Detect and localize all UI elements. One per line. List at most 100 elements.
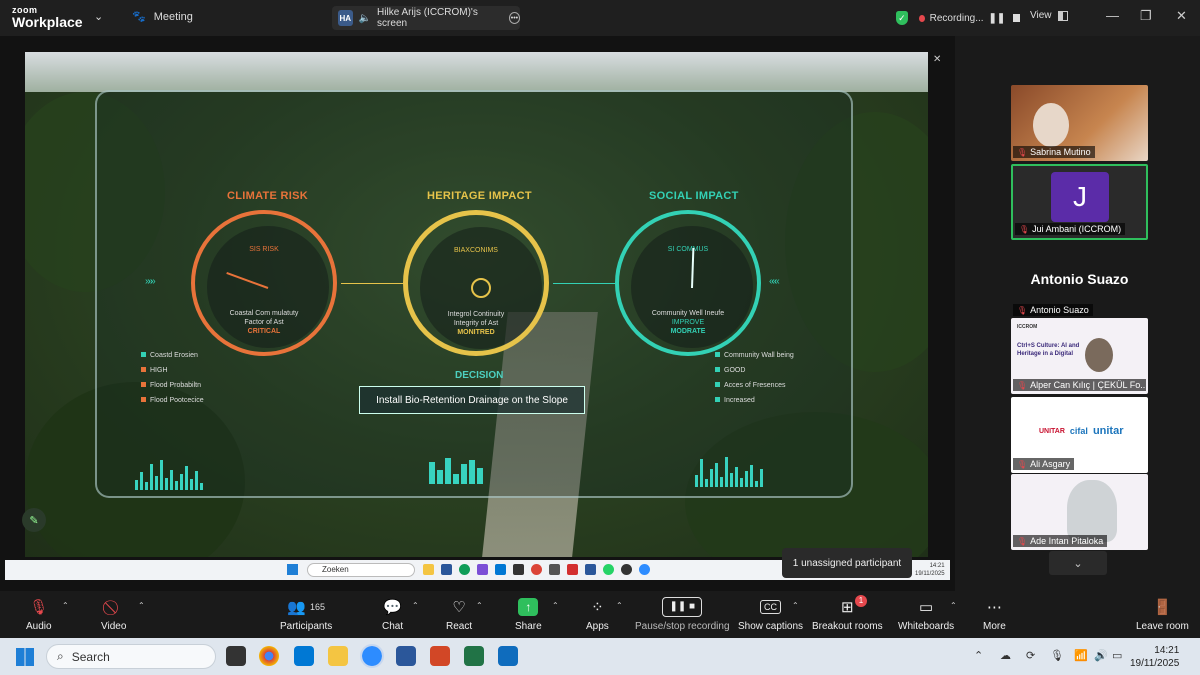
powerpoint-icon[interactable]	[430, 646, 450, 666]
video-tile[interactable]: UNITAR cifal unitar 🎙 Ali Asgary	[1011, 397, 1148, 473]
recording-dot-icon	[918, 14, 925, 22]
grid-view-icon	[1057, 10, 1068, 21]
whiteboards-button[interactable]: ▭ Whiteboards	[898, 597, 954, 632]
media-icon	[621, 564, 632, 575]
share-button[interactable]: ↑ Share	[515, 597, 542, 632]
close-icon[interactable]: ✕	[933, 54, 941, 65]
word-icon[interactable]	[396, 646, 416, 666]
participant-face	[1033, 103, 1069, 147]
onedrive-icon[interactable]: ☁	[1000, 649, 1011, 662]
participant-name-tag: 🎙 Antonio Suazo	[1013, 304, 1093, 316]
stop-icon[interactable]	[1013, 14, 1020, 22]
speaker-icon: 🔈	[358, 12, 372, 24]
react-options-caret-icon[interactable]: ⌃	[476, 601, 483, 610]
metric-item: Community Wall being	[715, 348, 794, 363]
participant-name-tag: 🎙 Alper Can Kılıç | ÇEKÜL Fo...	[1013, 379, 1146, 391]
apps-options-caret-icon[interactable]: ⌃	[616, 601, 623, 610]
gauge-line1: Coastal Com mulatuty	[229, 310, 299, 317]
connector-line	[553, 283, 615, 284]
video-button[interactable]: ⃠ Video	[101, 597, 126, 632]
outlook-new-icon[interactable]	[498, 646, 518, 666]
annotate-pen-icon[interactable]: ✎	[22, 508, 46, 532]
share-options-caret-icon[interactable]: ⌃	[552, 601, 559, 610]
video-tile[interactable]: ICCROM Ctrl+S Culture: AI and Heritage i…	[1011, 318, 1148, 394]
battery-icon[interactable]: ▭	[1112, 649, 1122, 662]
taskbar-search-box[interactable]: ⌕ Search	[46, 644, 216, 669]
zoom-icon	[639, 564, 650, 575]
shared-slide: CLIMATE RISK SIS RISK Coastal Com mulatu…	[25, 52, 928, 557]
video-tile[interactable]: 🎙 Sabrina Mutino	[1011, 85, 1148, 161]
video-tile-active-speaker[interactable]: J 🎙 Jui Ambani (ICCROM)	[1011, 164, 1148, 240]
close-icon[interactable]: ✕	[1176, 8, 1187, 24]
chevrons-left: »»»	[145, 276, 156, 287]
pause-stop-recording-button[interactable]: ❚❚ ■ Pause/stop recording	[635, 597, 730, 632]
mic-off-icon: 🎙	[1017, 536, 1028, 546]
participant-name-tag: 🎙 Ali Asgary	[1013, 458, 1075, 470]
avatar: J	[1051, 172, 1109, 222]
audio-options-caret-icon[interactable]: ⌃	[62, 601, 69, 610]
meeting-controls-toolbar: 🎙 Audio ⌃ ⃠ Video ⌃ 👥165 Participants 💬 …	[0, 591, 1200, 638]
logo-unitar-red: UNITAR	[1039, 427, 1065, 435]
paw-icon: 🐾	[132, 11, 146, 23]
share-label: Hilke Arijs (ICCROM)'s screen	[377, 7, 478, 29]
chrome-icon[interactable]	[259, 646, 279, 666]
system-clock[interactable]: 14:21 19/11/2025	[1130, 644, 1179, 670]
scroll-down-chevron-icon[interactable]: ⌄	[1049, 551, 1107, 575]
chat-options-caret-icon[interactable]: ⌃	[412, 601, 419, 610]
gauge-top-text: SI COMMUS	[667, 246, 709, 253]
mic-off-icon: 🎙	[1017, 459, 1028, 469]
whiteboards-options-caret-icon[interactable]: ⌃	[950, 601, 957, 610]
chevron-down-icon[interactable]: ⌄	[94, 10, 103, 23]
audio-button[interactable]: 🎙 Audio	[26, 597, 52, 632]
breakout-rooms-button[interactable]: ⊞ 1 Breakout rooms	[812, 595, 883, 632]
word-icon	[585, 564, 596, 575]
zoom-icon[interactable]	[360, 644, 384, 668]
outlook-icon[interactable]	[294, 646, 314, 666]
slide-heading: Ctrl+S Culture: AI and Heritage in a Dig…	[1017, 343, 1080, 357]
windows-start-icon[interactable]	[16, 648, 34, 666]
metric-item: Flood Probabiltn	[141, 378, 204, 393]
react-button[interactable]: ♡ React	[446, 597, 472, 632]
maximize-icon[interactable]: ❐	[1140, 8, 1152, 24]
excel-icon[interactable]	[464, 646, 484, 666]
pause-icon[interactable]: ❚❚	[989, 13, 1006, 24]
chrome-icon	[531, 564, 542, 575]
remote-search-box: Zoeken	[307, 563, 415, 577]
task-view-icon[interactable]	[226, 646, 246, 666]
whiteboard-icon: ▭	[918, 599, 934, 616]
featured-participant-name: Antonio Suazo	[1030, 271, 1129, 287]
leave-room-button[interactable]: 🚪 Leave room	[1136, 597, 1189, 632]
mic-off-icon: 🎙	[1017, 380, 1028, 390]
wifi-icon[interactable]: 📶	[1074, 649, 1088, 662]
apps-grid-icon: ⁘	[591, 599, 604, 616]
sync-icon[interactable]: ⟳	[1026, 649, 1035, 662]
minimize-icon[interactable]: —	[1106, 8, 1119, 23]
gauge-social-impact: SI COMMUS Community Well Ineufe IMPROVE …	[615, 210, 761, 356]
video-options-caret-icon[interactable]: ⌃	[138, 601, 145, 610]
captions-options-caret-icon[interactable]: ⌃	[792, 601, 799, 610]
chevron-up-icon[interactable]: ⌃	[974, 649, 983, 662]
app-icon	[513, 564, 524, 575]
video-tile[interactable]: 🎙 Antonio Suazo	[1011, 300, 1148, 318]
apps-button[interactable]: ⁘ Apps	[586, 597, 609, 632]
microphone-icon[interactable]: 🎙	[1050, 649, 1064, 662]
participants-button[interactable]: 👥 165 Participants	[280, 597, 332, 632]
leave-exit-icon: 🚪	[1153, 599, 1172, 616]
mic-off-icon: 🎙	[29, 599, 49, 616]
more-button[interactable]: ⋯ More	[983, 597, 1006, 632]
meeting-menu[interactable]: 🐾 Meeting	[132, 10, 193, 24]
edge-icon	[459, 564, 470, 575]
participant-face	[1067, 480, 1117, 542]
more-options-icon[interactable]: •••	[508, 12, 520, 24]
screen-share-indicator[interactable]: HA 🔈 Hilke Arijs (ICCROM)'s screen •••	[332, 6, 520, 30]
file-explorer-icon[interactable]	[328, 646, 348, 666]
view-button[interactable]: View	[1030, 10, 1068, 21]
participants-count: 165	[309, 602, 325, 612]
video-tile[interactable]: 🎙 Ade Intan Pitaloka	[1011, 474, 1148, 550]
chat-button[interactable]: 💬 Chat	[382, 597, 403, 632]
gauge-title-climate: CLIMATE RISK	[227, 190, 309, 202]
metric-item: Coastd Erosien	[141, 348, 204, 363]
mic-off-icon: 🎙	[1017, 305, 1028, 315]
participant-name-tag: 🎙 Jui Ambani (ICCROM)	[1015, 223, 1126, 235]
speaker-icon[interactable]: 🔊	[1094, 649, 1108, 662]
